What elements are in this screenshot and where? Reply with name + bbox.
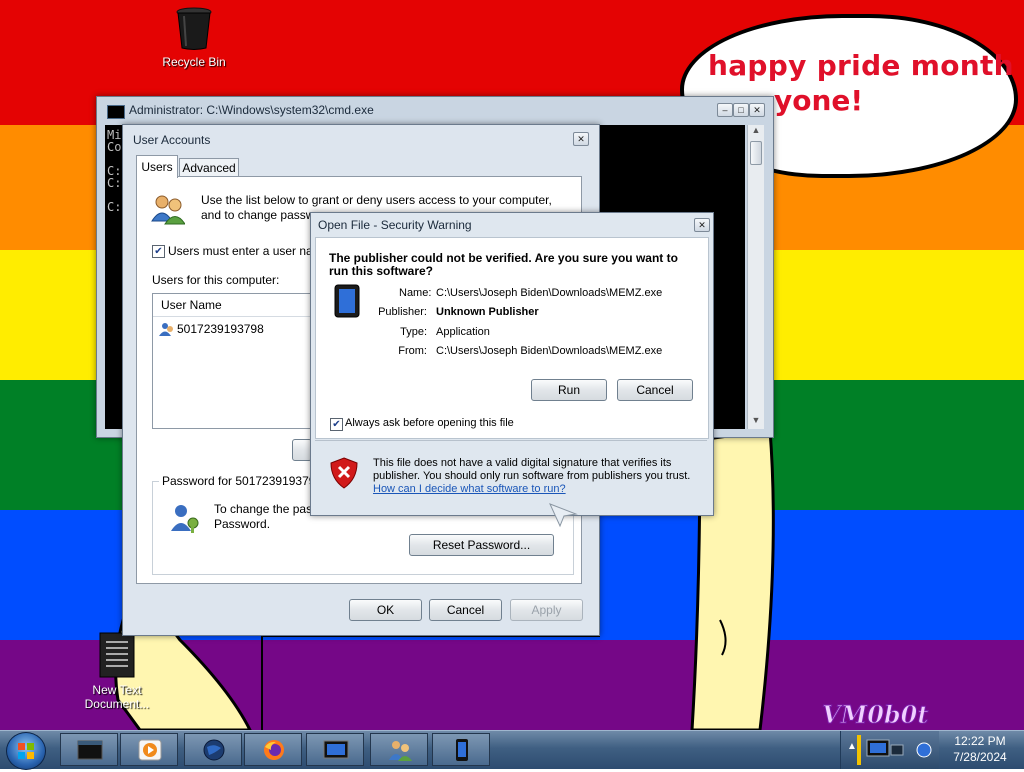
text-document-icon bbox=[99, 632, 135, 678]
text-document-label: New Text Document... bbox=[84, 683, 150, 711]
desktop-icon-recycle-bin[interactable]: Recycle Bin bbox=[149, 6, 239, 69]
clock-time: 12:22 PM bbox=[954, 734, 1006, 748]
password-text-line2: Password. bbox=[214, 517, 271, 531]
footer-help-link[interactable]: How can I decide what software to run? bbox=[373, 483, 566, 495]
cmd-minimize-button[interactable]: – bbox=[717, 103, 733, 117]
always-ask-label: Always ask before opening this file bbox=[345, 417, 514, 429]
show-hidden-icons-arrow-icon[interactable]: ▲ bbox=[847, 741, 857, 752]
tab-users-label: Users bbox=[141, 160, 173, 174]
list-header-label: User Name bbox=[161, 298, 222, 312]
cancel-button[interactable]: Cancel bbox=[429, 599, 502, 621]
security-warning-title: Open File - Security Warning bbox=[318, 218, 472, 232]
memz-phone-icon bbox=[456, 739, 468, 761]
tray-app-highlight[interactable] bbox=[857, 735, 861, 765]
apply-button[interactable]: Apply bbox=[510, 599, 583, 621]
corner-logo: VM0b0t bbox=[821, 700, 929, 730]
cmd-scrollbar[interactable]: ▲ ▼ bbox=[747, 125, 764, 429]
password-group-label: Password for 5017239193798 bbox=[159, 474, 326, 488]
cmd-window-icon bbox=[107, 105, 125, 119]
scroll-down-arrow-icon[interactable]: ▼ bbox=[748, 415, 764, 429]
shield-warning-icon bbox=[330, 457, 358, 489]
must-enter-label: Users must enter a user nar bbox=[168, 244, 317, 258]
user-name-cell: 5017239193798 bbox=[177, 322, 264, 336]
footer-divider bbox=[315, 440, 707, 441]
security-warning-close-button[interactable]: ✕ bbox=[694, 218, 710, 232]
password-text-line1: To change the pas bbox=[214, 502, 313, 516]
intro-line2: and to change passw bbox=[201, 208, 315, 222]
always-ask-checkbox[interactable]: ✔ bbox=[330, 418, 343, 431]
run-button[interactable]: Run bbox=[531, 379, 607, 401]
must-enter-checkbox[interactable]: ✔ bbox=[152, 245, 165, 258]
recycle-bin-label: Recycle Bin bbox=[162, 55, 226, 69]
users-group-icon bbox=[151, 195, 185, 225]
tab-advanced[interactable]: Advanced bbox=[179, 158, 239, 178]
media-player-icon bbox=[138, 739, 162, 761]
memz-app-icon bbox=[334, 284, 360, 318]
intro-line1: Use the list below to grant or deny user… bbox=[201, 193, 552, 207]
user-key-icon bbox=[171, 505, 199, 533]
warning-heading: The publisher could not be verified. Are… bbox=[329, 251, 678, 278]
taskbar: ▲ 12:22 PM 7/28/2024 bbox=[0, 730, 1024, 770]
footer-text-line2: publisher. You should only run software … bbox=[373, 470, 691, 482]
taskbar-button-monitor[interactable] bbox=[306, 733, 364, 766]
monitor-icon bbox=[323, 740, 349, 759]
security-warning-body: The publisher could not be verified. Are… bbox=[315, 237, 709, 439]
field-label-from: From: bbox=[398, 345, 427, 357]
ok-button[interactable]: OK bbox=[349, 599, 422, 621]
field-label-publisher: Publisher: bbox=[378, 306, 427, 318]
tray-network-icon[interactable] bbox=[865, 737, 905, 761]
tab-advanced-label: Advanced bbox=[182, 161, 236, 175]
bubble-text: happy pride month bbox=[708, 46, 1014, 86]
cmd-close-button[interactable]: ✕ bbox=[749, 103, 765, 117]
field-value-from: C:\Users\Joseph Biden\Downloads\MEMZ.exe bbox=[436, 345, 663, 357]
taskbar-button-firefox[interactable] bbox=[244, 733, 302, 766]
firefox-icon bbox=[264, 740, 284, 760]
cmd-window-icon bbox=[77, 740, 103, 760]
taskbar-button-user-accounts[interactable] bbox=[370, 733, 428, 766]
reset-password-button[interactable]: Reset Password... bbox=[409, 534, 554, 556]
start-button[interactable] bbox=[6, 732, 46, 770]
clock[interactable]: 12:22 PM 7/28/2024 bbox=[940, 733, 1020, 767]
security-warning-dialog[interactable]: Open File - Security Warning ✕ The publi… bbox=[310, 212, 714, 516]
tab-users[interactable]: Users bbox=[136, 155, 178, 178]
cmd-titlebar[interactable]: Administrator: C:\Windows\system32\cmd.e… bbox=[97, 97, 773, 123]
globe-icon bbox=[203, 739, 225, 761]
notification-area: ▲ bbox=[840, 731, 939, 769]
field-value-publisher: Unknown Publisher bbox=[436, 306, 539, 318]
security-warning-titlebar[interactable]: Open File - Security Warning ✕ bbox=[311, 213, 713, 239]
taskbar-button-browser[interactable] bbox=[184, 733, 242, 766]
user-accounts-close-button[interactable]: ✕ bbox=[573, 132, 589, 146]
tray-volume-icon[interactable] bbox=[915, 741, 933, 759]
cmd-title: Administrator: C:\Windows\system32\cmd.e… bbox=[129, 103, 374, 117]
bubble-text-line2: yone! bbox=[774, 84, 864, 117]
mouse-cursor-icon bbox=[549, 503, 578, 528]
user-accounts-titlebar[interactable]: User Accounts ✕ bbox=[123, 125, 599, 151]
warning-cancel-button[interactable]: Cancel bbox=[617, 379, 693, 401]
user-icon bbox=[159, 323, 173, 336]
scroll-thumb[interactable] bbox=[750, 141, 762, 165]
scroll-up-arrow-icon[interactable]: ▲ bbox=[748, 125, 764, 139]
taskbar-button-cmd[interactable] bbox=[60, 733, 118, 766]
clock-date: 7/28/2024 bbox=[953, 750, 1007, 764]
footer-text-line1: This file does not have a valid digital … bbox=[373, 457, 672, 469]
taskbar-button-memz[interactable] bbox=[432, 733, 490, 766]
field-label-type: Type: bbox=[400, 326, 427, 338]
desktop-icon-text-document[interactable]: New Text Document... bbox=[72, 632, 162, 711]
cmd-maximize-button[interactable]: □ bbox=[733, 103, 749, 117]
user-accounts-icon bbox=[389, 741, 412, 761]
field-value-name: C:\Users\Joseph Biden\Downloads\MEMZ.exe bbox=[436, 287, 663, 299]
field-label-name: Name: bbox=[399, 287, 432, 299]
taskbar-button-media-player[interactable] bbox=[120, 733, 178, 766]
windows-start-icon bbox=[18, 743, 34, 759]
field-value-type: Application bbox=[436, 326, 490, 338]
recycle-bin-icon bbox=[176, 7, 212, 50]
hidden-add-button[interactable] bbox=[292, 439, 312, 461]
bubble-text-line1: happy pride month bbox=[708, 49, 1014, 82]
user-accounts-title: User Accounts bbox=[133, 133, 211, 147]
users-for-label: Users for this computer: bbox=[152, 273, 280, 287]
